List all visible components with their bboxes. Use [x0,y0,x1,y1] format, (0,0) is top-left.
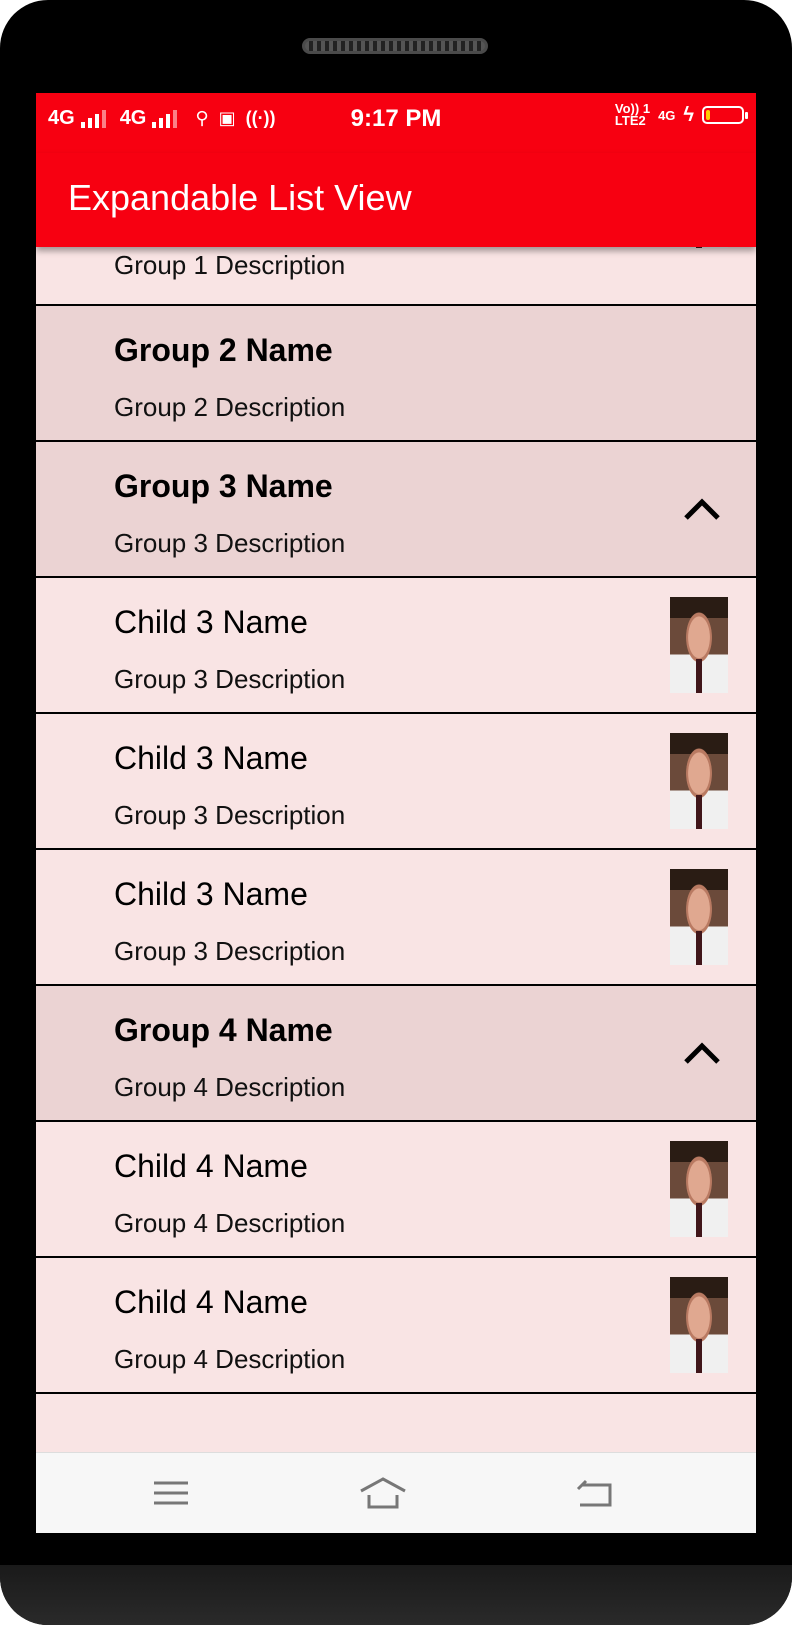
item-description: Group 3 Description [114,936,346,966]
item-description: Group 3 Description [114,664,346,694]
item-description: Group 3 Description [114,528,346,558]
item-description: Group 4 Description [114,1344,346,1374]
system-nav-bar [36,1452,756,1533]
menu-icon[interactable] [146,1475,196,1511]
speaker-grille [302,38,488,54]
item-title: Group 4 Name [114,1012,333,1048]
list-item-child[interactable]: Child 3 Name Group 3 Description [36,850,756,986]
back-icon[interactable] [568,1475,618,1511]
status-bar: 4G 4G ⚲ ▣ ((·)) 9:17 PM Vo)) 1 LTE2 4G ϟ [36,93,756,153]
item-title: Child 3 Name [114,876,308,912]
battery-icon [702,106,748,124]
phone-frame: 4G 4G ⚲ ▣ ((·)) 9:17 PM Vo)) 1 LTE2 4G ϟ [0,0,792,1625]
status-right: Vo)) 1 LTE2 4G ϟ [614,102,748,128]
item-description: Group 4 Description [114,1208,346,1238]
list-item-child[interactable]: Child 4 Name Group 4 Description [36,1258,756,1394]
app-bar: Expandable List View [36,153,756,247]
page-title: Expandable List View [68,177,412,218]
item-title: Child 4 Name [114,1284,308,1320]
chevron-up-icon[interactable] [682,1038,722,1068]
list-item-child[interactable]: Child 3 Name Group 3 Description [36,578,756,714]
battery-level [706,110,710,120]
list-item-child[interactable]: Child 3 Name Group 3 Description [36,714,756,850]
item-title: Child 4 Name [114,1148,308,1184]
network-type-label: 4G [658,107,676,123]
list-item-group[interactable]: Group 4 Name Group 4 Description [36,986,756,1122]
item-title: Group 3 Name [114,468,333,504]
child-thumbnail-image [670,733,728,829]
list-item-child[interactable]: Child 4 Name Group 4 Description [36,1122,756,1258]
list-item-group[interactable]: Group 3 Name Group 3 Description [36,442,756,578]
item-title: Child 3 Name [114,740,308,776]
home-icon[interactable] [358,1475,408,1511]
volte-indicator: Vo)) 1 LTE2 [614,102,650,128]
volte-bottom-label: LTE2 [614,113,646,128]
chevron-up-icon[interactable] [682,494,722,524]
item-title: Child 3 Name [114,604,308,640]
item-title: Group 2 Name [114,332,333,368]
item-description: Group 3 Description [114,800,346,830]
list-item-group[interactable]: Group 2 Name Group 2 Description [36,306,756,442]
item-description: Group 4 Description [114,1072,346,1102]
child-thumbnail-image [670,869,728,965]
charging-icon: ϟ [683,103,694,126]
item-description: Group 2 Description [114,392,346,422]
child-thumbnail-image [670,597,728,693]
expandable-list[interactable]: Group 1 Description Group 2 Name Group 2… [36,172,756,1394]
child-thumbnail-image [670,1141,728,1237]
item-description: Group 1 Description [114,250,346,280]
child-thumbnail-image [670,1277,728,1373]
phone-chin [0,1565,792,1625]
screen: 4G 4G ⚲ ▣ ((·)) 9:17 PM Vo)) 1 LTE2 4G ϟ [36,93,756,1533]
